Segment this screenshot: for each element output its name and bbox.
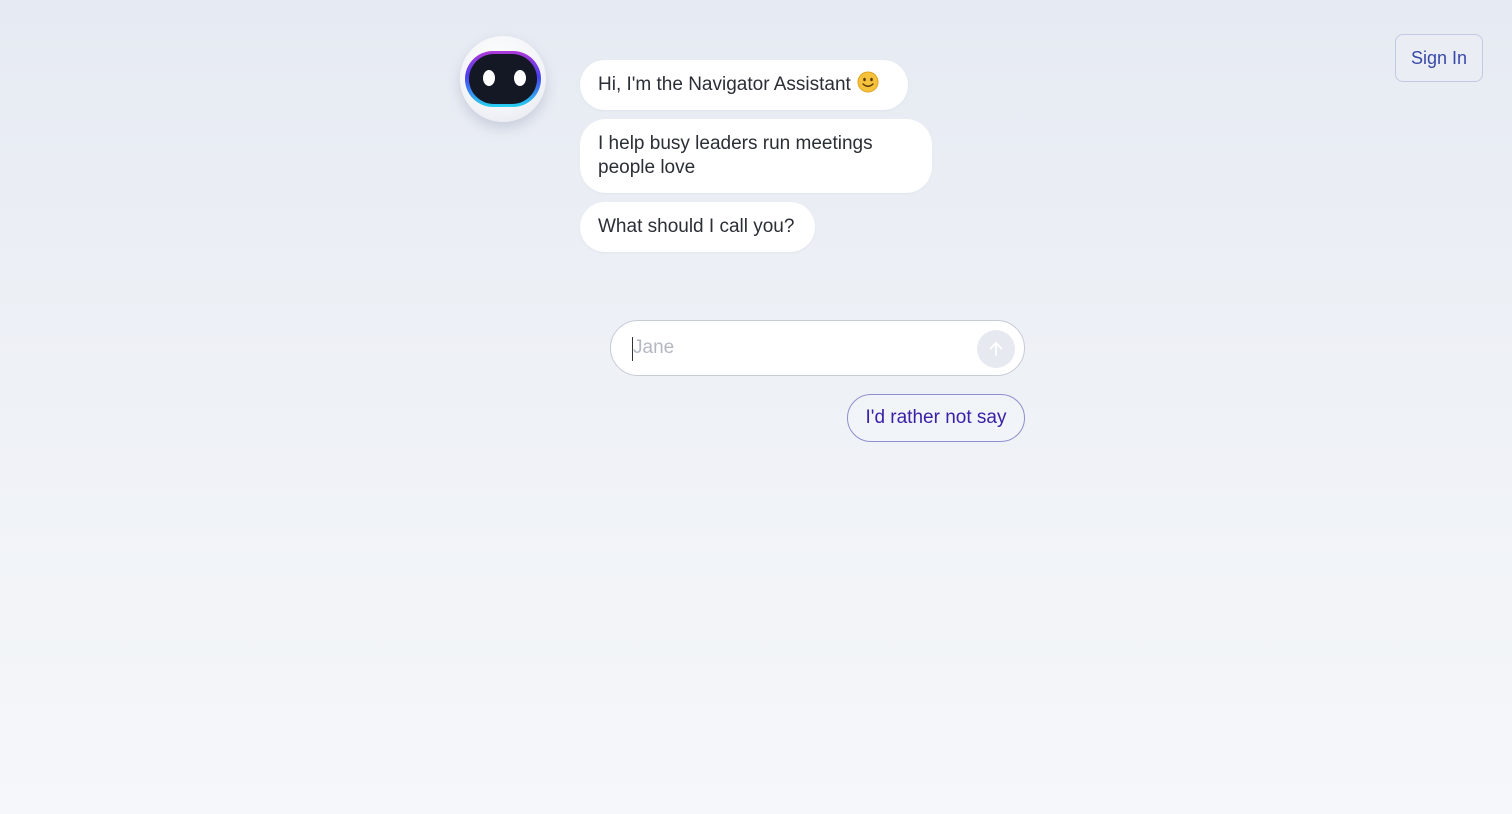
assistant-message: What should I call you?	[580, 202, 815, 252]
send-button[interactable]	[977, 330, 1015, 368]
robot-avatar-icon	[460, 36, 546, 122]
text-cursor	[632, 337, 633, 361]
assistant-message: Hi, I'm the Navigator Assistant	[580, 60, 908, 110]
smile-emoji-icon	[857, 71, 879, 100]
sign-in-button[interactable]: Sign In	[1395, 34, 1483, 82]
skip-name-button[interactable]: I'd rather not say	[847, 394, 1025, 442]
message-text: What should I call you?	[598, 216, 795, 237]
name-input[interactable]	[633, 321, 963, 375]
message-text: I help busy leaders run meetings people …	[598, 133, 873, 178]
name-input-container	[610, 320, 1025, 376]
message-text: Hi, I'm the Navigator Assistant	[598, 74, 851, 95]
arrow-up-icon	[989, 342, 1003, 356]
assistant-message: I help busy leaders run meetings people …	[580, 119, 932, 193]
